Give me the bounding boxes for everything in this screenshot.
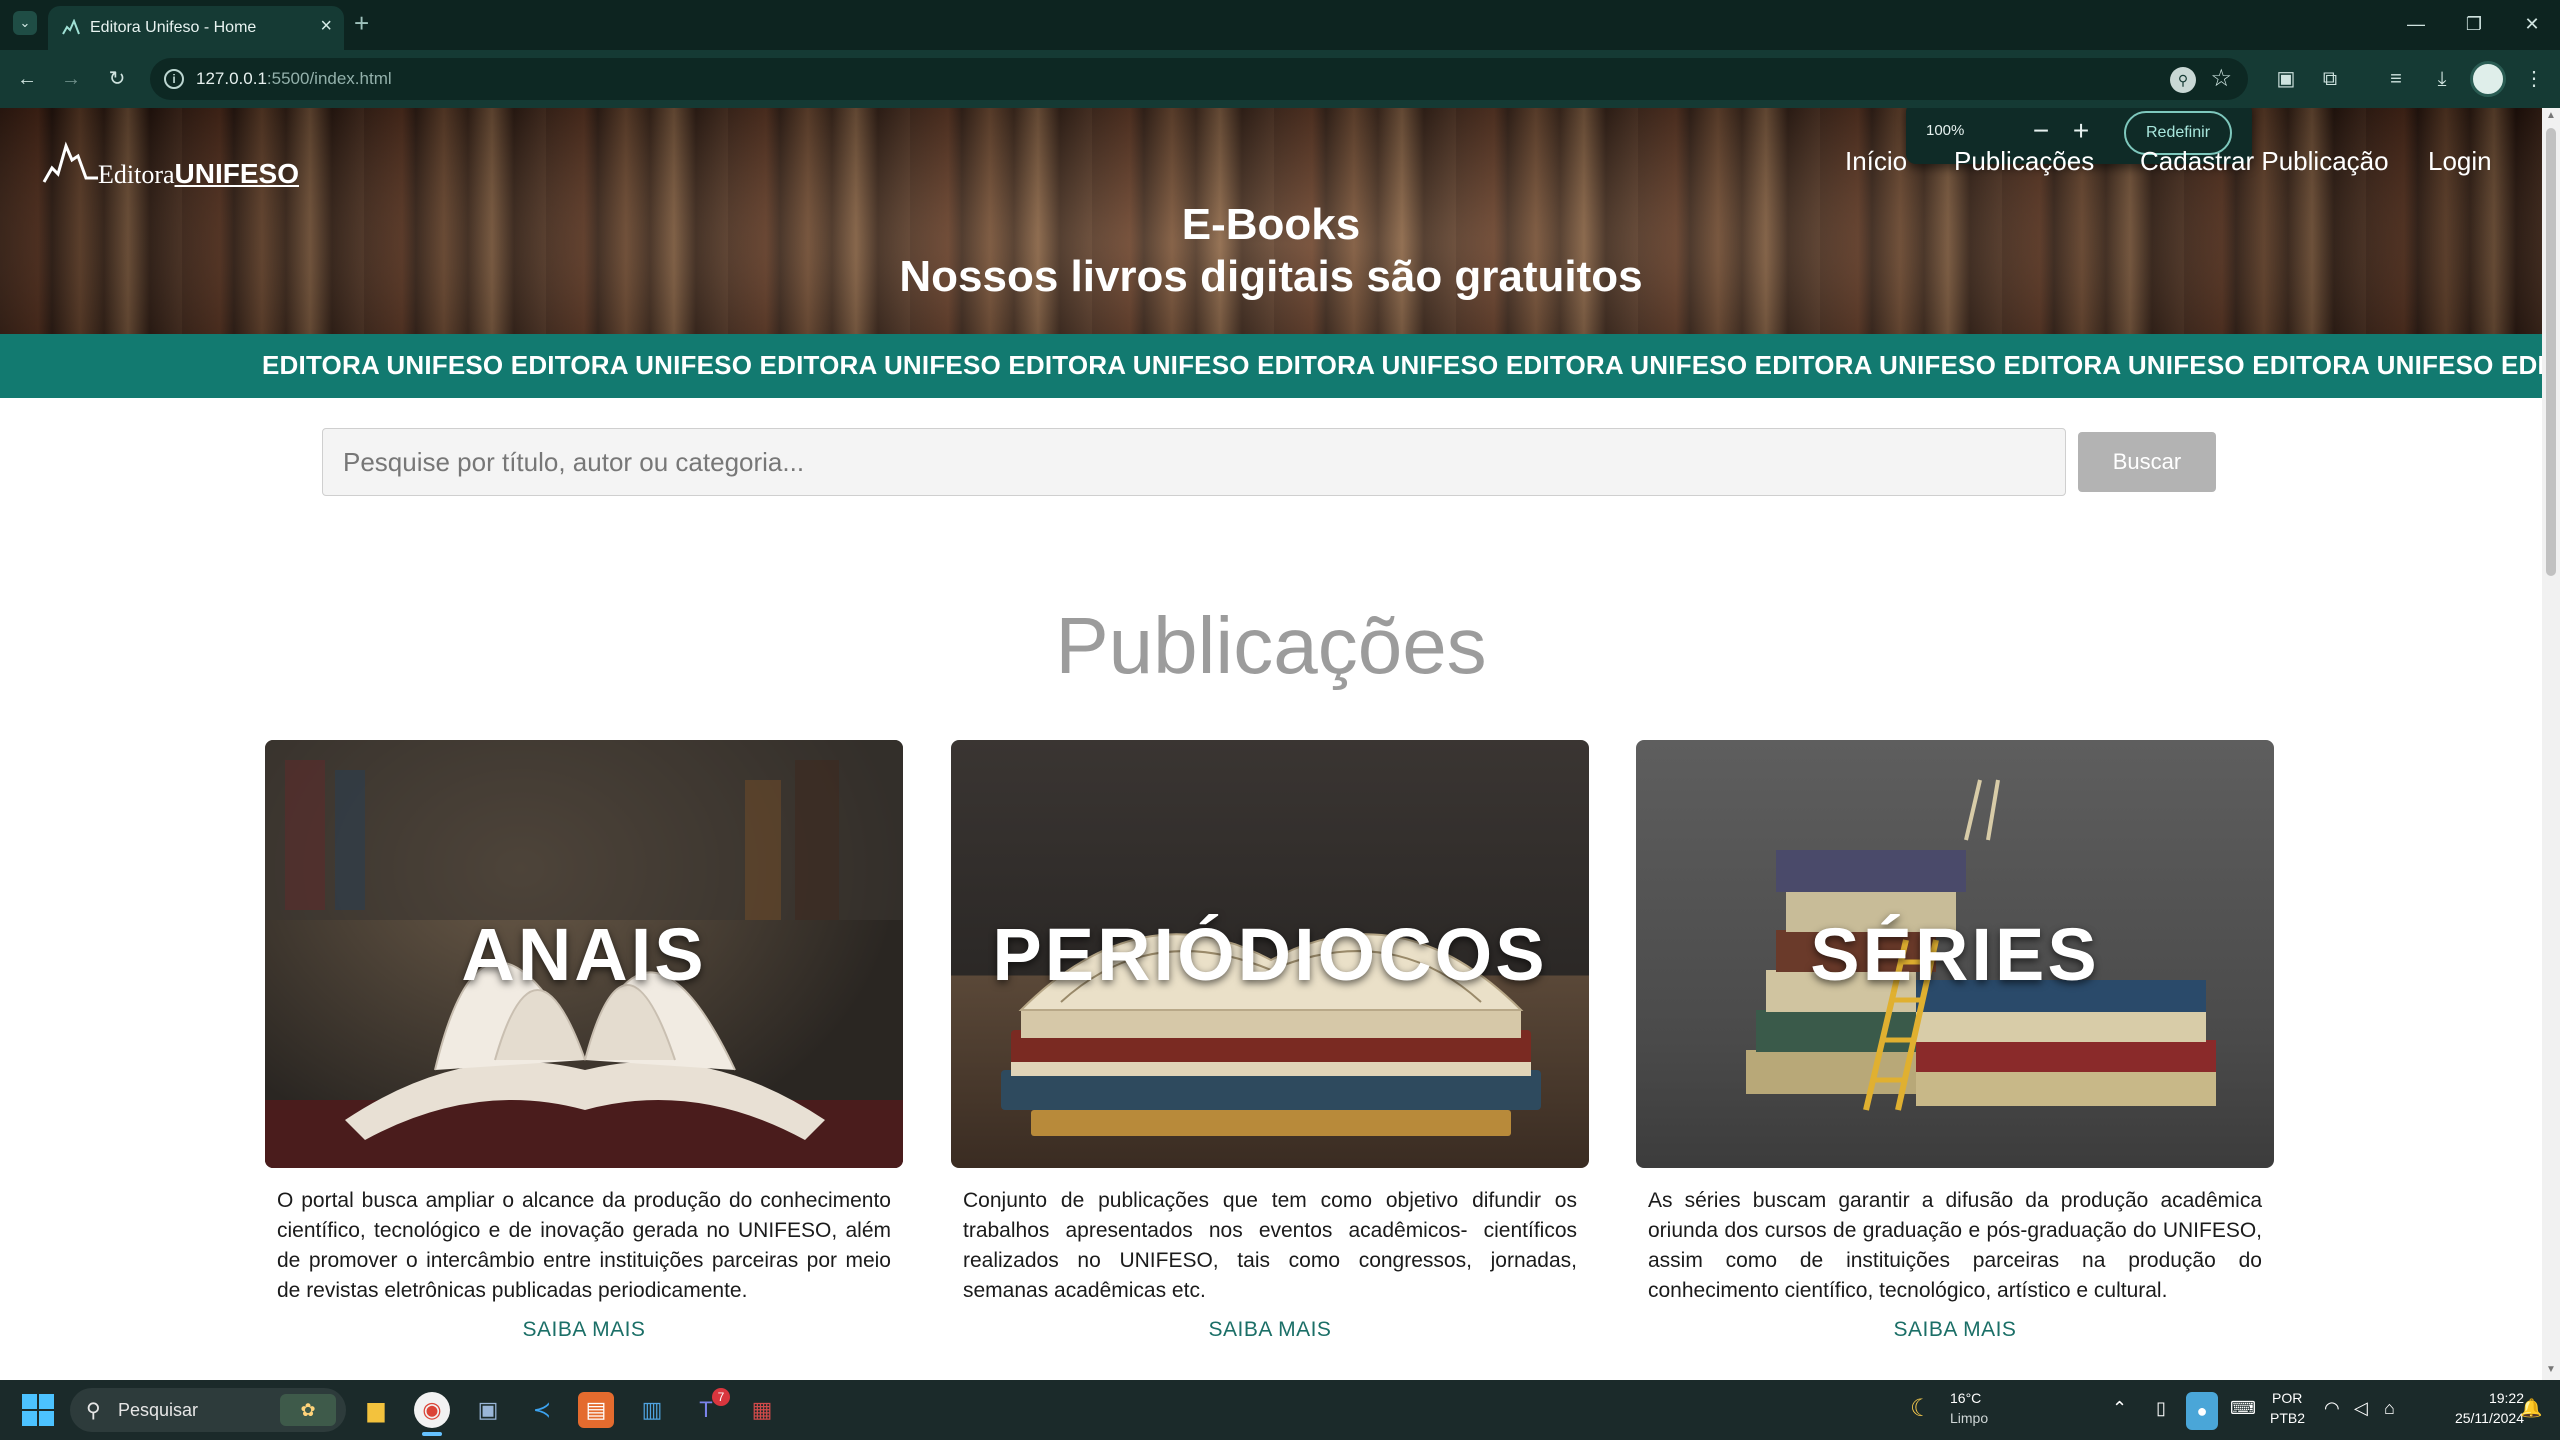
card-series-saiba-mais-link[interactable]: SAIBA MAIS (1636, 1318, 2274, 1342)
teams-notification-badge: 7 (712, 1388, 730, 1406)
card-series-description: As séries buscam garantir a difusão da p… (1648, 1189, 2262, 1302)
marquee-text: EDITORA UNIFESO EDITORA UNIFESO EDITORA … (262, 350, 2542, 380)
card-periodicos: PERIÓDIOCOS Conjunto de publicações que … (951, 740, 1589, 1342)
tab-list-chevron-icon[interactable]: ⌄ (13, 11, 37, 35)
search-button[interactable]: Buscar (2078, 432, 2216, 492)
weather-description[interactable]: Limpo (1950, 1410, 1988, 1426)
winrar-icon[interactable]: ▦ (744, 1392, 780, 1428)
logo-mountain-icon (42, 141, 98, 183)
new-tab-icon[interactable]: + (354, 8, 369, 38)
file-explorer-icon[interactable]: ▆ (358, 1392, 394, 1428)
wifi-icon[interactable]: ◠ (2324, 1398, 2340, 1419)
card-anais-description: O portal busca ampliar o alcance da prod… (277, 1189, 891, 1302)
volume-icon[interactable]: ◁ (2354, 1398, 2368, 1419)
nav-link-login[interactable]: Login (2428, 146, 2492, 177)
vscode-icon[interactable]: ≺ (524, 1392, 560, 1428)
weather-temperature[interactable]: 16°C (1950, 1390, 1981, 1406)
minimize-icon[interactable]: — (2388, 0, 2444, 48)
zoom-indicator-icon[interactable]: ⚲ (2170, 67, 2196, 93)
notifications-bell-icon[interactable]: 🔔 (2520, 1398, 2542, 1419)
split-view-icon[interactable]: ▣ (2272, 65, 2300, 93)
nav-link-cadastrar-publicacao[interactable]: Cadastrar Publicação (2140, 146, 2389, 177)
card-periodicos-saiba-mais-link[interactable]: SAIBA MAIS (951, 1318, 1589, 1342)
app-orange-icon[interactable]: ▤ (578, 1392, 614, 1428)
bookmark-star-icon[interactable]: ☆ (2210, 64, 2232, 93)
search-icon: ⚲ (86, 1400, 101, 1422)
clock-time[interactable]: 19:22 (2452, 1390, 2524, 1406)
page-viewport: EditoraUNIFESO Início Publicações Cadast… (0, 108, 2542, 1380)
scrollbar-thumb[interactable] (2546, 128, 2556, 576)
card-series-label: SÉRIES (1810, 912, 2100, 996)
card-anais-saiba-mais-link[interactable]: SAIBA MAIS (265, 1318, 903, 1342)
tab-title: Editora Unifeso - Home (90, 19, 257, 36)
hero-subtitle: Nossos livros digitais são gratuitos (899, 252, 1643, 301)
browser-tab-active[interactable]: Editora Unifeso - Home × (48, 6, 344, 50)
downloads-icon[interactable]: ⤓ (2428, 65, 2456, 93)
keyboard-icon[interactable]: ⌨ (2230, 1398, 2256, 1419)
back-icon[interactable]: ← (12, 64, 42, 94)
search-highlight-icon: ✿ (280, 1394, 336, 1426)
clock-date[interactable]: 25/11/2024 (2426, 1410, 2524, 1426)
card-anais-image[interactable]: ANAIS (265, 740, 903, 1168)
language-code[interactable]: POR (2272, 1390, 2302, 1406)
os-taskbar: ⚲ Pesquisar ✿ ▆ ◉ ▣ ≺ ▤ ▥ T7 ▦ ☾ 16°C Li… (0, 1380, 2560, 1440)
tab-close-icon[interactable]: × (320, 15, 332, 37)
weather-moon-icon[interactable]: ☾ (1910, 1394, 1932, 1423)
keyboard-layout[interactable]: PTB2 (2270, 1410, 2305, 1426)
windows-start-icon[interactable] (22, 1394, 54, 1426)
card-anais: ANAIS O portal busca ampliar o alcance d… (265, 740, 903, 1342)
taskbar-search-label: Pesquisar (118, 1400, 199, 1420)
chrome-icon[interactable]: ◉ (414, 1392, 450, 1428)
close-window-icon[interactable]: ✕ (2504, 0, 2560, 48)
microphone-icon[interactable]: ● (2186, 1392, 2218, 1430)
page-scrollbar[interactable]: ▲ ▼ (2542, 108, 2560, 1380)
nav-link-inicio[interactable]: Início (1845, 146, 1907, 177)
zoom-out-icon[interactable]: − (2026, 116, 2056, 146)
forward-icon[interactable]: → (56, 64, 86, 94)
marquee-banner: EDITORA UNIFESO EDITORA UNIFESO EDITORA … (0, 334, 2542, 398)
teams-meeting-icon[interactable]: ▣ (470, 1392, 506, 1428)
tab-favicon-icon (62, 19, 80, 35)
nav-link-publicacoes[interactable]: Publicações (1954, 146, 2094, 177)
reload-icon[interactable]: ↻ (102, 64, 132, 94)
media-controls-icon[interactable]: ≡ (2382, 65, 2410, 93)
scroll-down-arrow-icon[interactable]: ▼ (2545, 1364, 2557, 1375)
address-url[interactable]: 127.0.0.1:5500/index.html (196, 69, 392, 89)
profile-avatar[interactable] (2470, 61, 2506, 97)
hero-title: E-Books (1181, 200, 1361, 249)
browser-tabstrip: ⌄ Editora Unifeso - Home × + — ❐ ✕ (0, 0, 2560, 50)
browser-toolbar: ← → ↻ i 127.0.0.1:5500/index.html ⚲ ☆ ▣ … (0, 50, 2560, 108)
more-menu-icon[interactable]: ⋮ (2520, 65, 2548, 93)
network-status-icon[interactable]: ⌂ (2384, 1398, 2395, 1419)
scroll-up-arrow-icon[interactable]: ▲ (2545, 110, 2557, 121)
card-anais-label: ANAIS (461, 912, 707, 996)
restore-icon[interactable]: ❐ (2446, 0, 2502, 48)
active-app-indicator (422, 1432, 442, 1436)
card-series-image[interactable]: SÉRIES (1636, 740, 2274, 1168)
taskbar-search[interactable]: ⚲ Pesquisar ✿ (70, 1388, 346, 1432)
notepad-icon[interactable]: ▥ (634, 1392, 670, 1428)
logo-text: EditoraUNIFESO (98, 158, 299, 189)
search-input[interactable] (322, 428, 2066, 496)
zoom-in-icon[interactable]: + (2066, 116, 2096, 146)
zoom-level: 100% (1926, 122, 1965, 139)
site-info-icon[interactable]: i (164, 69, 184, 89)
address-bar[interactable]: i 127.0.0.1:5500/index.html ⚲ ☆ (150, 58, 2248, 100)
teams-icon[interactable]: T7 (688, 1388, 730, 1428)
extensions-icon[interactable]: ⧉ (2316, 65, 2344, 93)
usb-device-icon[interactable]: ▯ (2156, 1398, 2166, 1419)
card-periodicos-image[interactable]: PERIÓDIOCOS (951, 740, 1589, 1168)
card-periodicos-description: Conjunto de publicações que tem como obj… (963, 1189, 1577, 1302)
section-title: Publicações (1055, 601, 1487, 690)
tray-overflow-chevron-icon[interactable]: ⌃ (2112, 1398, 2127, 1419)
card-periodicos-label: PERIÓDIOCOS (992, 912, 1548, 996)
card-series: SÉRIES As séries buscam garantir a difus… (1636, 740, 2274, 1342)
